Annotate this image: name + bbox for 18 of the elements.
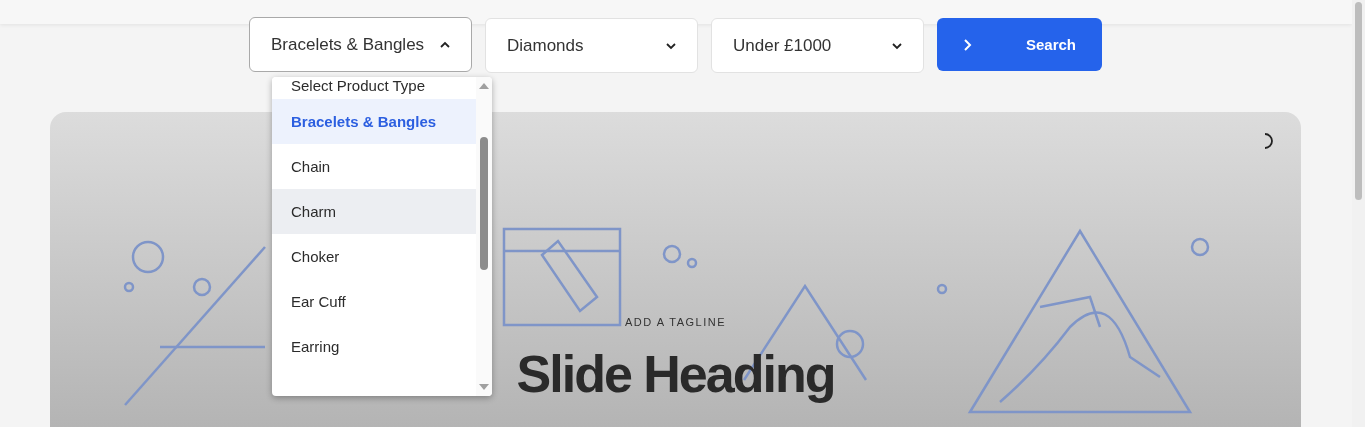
scroll-up-icon — [479, 83, 489, 89]
select-field[interactable]: Bracelets & Bangles — [249, 17, 472, 72]
caret-icon — [891, 41, 903, 50]
scrollbar[interactable] — [476, 77, 492, 396]
caret-icon — [665, 41, 677, 50]
search-button[interactable]: Search — [937, 18, 1102, 71]
chevron-right-icon — [963, 37, 973, 52]
dropdown-option[interactable]: Bracelets & Bangles — [272, 99, 476, 144]
scroll-down-icon — [479, 384, 489, 390]
caret-icon — [439, 40, 451, 49]
dropdown-option[interactable]: Select Product Type — [272, 77, 476, 99]
dropdown-option[interactable]: Charm — [272, 189, 476, 234]
scrollbar-thumb[interactable] — [1355, 2, 1362, 200]
slide-tagline: ADD A TAGLINE — [625, 316, 726, 328]
scrollbar-thumb[interactable] — [480, 137, 488, 270]
loading-spinner-icon — [1262, 132, 1276, 150]
select-field[interactable]: Diamonds — [485, 18, 698, 73]
select-field[interactable]: Under £1000 — [711, 18, 924, 73]
